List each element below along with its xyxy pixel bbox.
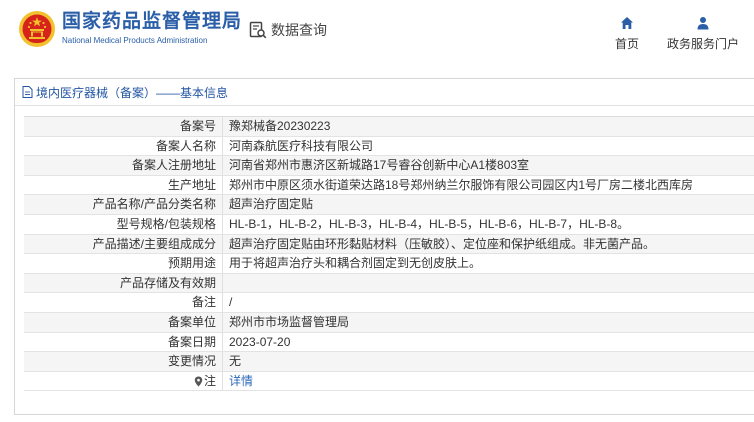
row-label-remarks: 备注 — [24, 293, 223, 312]
row-value-filing-unit: 郑州市市场监督管理局 — [229, 314, 350, 329]
site-header: 国家药品监督管理局 National Medical Products Admi… — [0, 0, 754, 68]
row-label-description: 产品描述/主要组成成分 — [24, 234, 223, 254]
note-label-wrap: 注 — [194, 372, 216, 391]
document-search-icon — [249, 21, 267, 39]
row-label-intended-use: 预期用途 — [24, 254, 223, 273]
panel-title-text: 境内医疗器械（备案）——基本信息 — [36, 85, 229, 100]
row-label-filing-date: 备案日期 — [24, 332, 223, 352]
table-row: 备注 / — [24, 293, 754, 313]
row-value-product-name: 超声治疗固定贴 — [229, 197, 314, 212]
location-pin-icon — [194, 376, 203, 387]
table-row: 备案日期 2023-07-20 — [24, 332, 754, 353]
user-icon — [697, 17, 709, 30]
brand[interactable]: 国家药品监督管理局 National Medical Products Admi… — [62, 12, 242, 45]
row-label-change-status: 变更情况 — [24, 352, 223, 371]
document-icon — [22, 86, 33, 98]
row-label-record-number: 备案号 — [24, 117, 223, 136]
table-row: 备案人注册地址 河南省郑州市惠济区新城路17号睿谷创新中心A1楼803室 — [24, 156, 754, 176]
table-row: 型号规格/包装规格 HL-B-1，HL-B-2，HL-B-3，HL-B-4，HL… — [24, 214, 754, 235]
row-label-model-spec: 型号规格/包装规格 — [24, 214, 223, 234]
nav-home[interactable]: 首页 — [612, 16, 642, 52]
row-label-product-name: 产品名称/产品分类名称 — [24, 195, 223, 214]
nav-gov-label: 政务服务门户 — [666, 37, 739, 51]
national-emblem-icon — [19, 11, 55, 47]
nav-home-label: 首页 — [614, 37, 639, 51]
row-value-remarks: / — [229, 295, 233, 310]
basic-info-table: 备案号 豫郑械备20230223 备案人名称 河南森航医疗科技有限公司 备案人注… — [24, 116, 754, 392]
home-icon — [621, 17, 633, 29]
table-row: 产品名称/产品分类名称 超声治疗固定贴 — [24, 195, 754, 215]
row-value-change-status: 无 — [229, 354, 242, 369]
table-row: 变更情况 无 — [24, 352, 754, 372]
row-label-registered-address: 备案人注册地址 — [24, 156, 223, 175]
panel-title: 境内医疗器械（备案）——基本信息 — [15, 79, 754, 106]
table-row: 预期用途 用于将超声治疗头和耦合剂固定到无创皮肤上。 — [24, 254, 754, 274]
table-row: 备案人名称 河南森航医疗科技有限公司 — [24, 136, 754, 157]
data-query-label: 数据查询 — [271, 22, 327, 38]
nav-gov-service-portal[interactable]: 政务服务门户 — [664, 16, 742, 52]
row-label-filer-name: 备案人名称 — [24, 136, 223, 156]
detail-panel: 境内医疗器械（备案）——基本信息 备案号 豫郑械备20230223 备案人名称 … — [14, 78, 754, 415]
table-row: 产品描述/主要组成成分 超声治疗固定贴由环形黏贴材料（压敏胶）、定位座和保护纸组… — [24, 234, 754, 255]
table-row: 备案号 豫郑械备20230223 — [24, 117, 754, 137]
row-value-production-address: 郑州市中原区须水街道荣达路18号郑州纳兰尔服饰有限公司园区内1号厂房二楼北西库房 — [229, 177, 694, 192]
details-link[interactable]: 详情 — [223, 372, 754, 391]
table-row: 生产地址 郑州市中原区须水街道荣达路18号郑州纳兰尔服饰有限公司园区内1号厂房二… — [24, 175, 754, 196]
row-value-registered-address: 河南省郑州市惠济区新城路17号睿谷创新中心A1楼803室 — [229, 158, 530, 173]
brand-english-name: National Medical Products Administration — [62, 36, 208, 45]
row-label-filing-unit: 备案单位 — [24, 312, 223, 332]
note-label-text: 注 — [203, 373, 216, 388]
row-label-note: 注 — [24, 371, 223, 391]
data-query-link[interactable]: 数据查询 — [249, 20, 327, 40]
row-value-storage-validity — [223, 274, 754, 293]
row-label-production-address: 生产地址 — [24, 175, 223, 195]
row-value-filer-name: 河南森航医疗科技有限公司 — [229, 138, 374, 153]
row-value-description: 超声治疗固定贴由环形黏贴材料（压敏胶）、定位座和保护纸组成。非无菌产品。 — [229, 236, 656, 251]
row-label-storage-validity: 产品存储及有效期 — [24, 273, 223, 293]
table-row: 注 详情 — [24, 371, 754, 392]
row-value-record-number: 豫郑械备20230223 — [229, 119, 331, 133]
row-value-model-spec: HL-B-1，HL-B-2，HL-B-3，HL-B-4，HL-B-5，HL-B-… — [229, 216, 630, 231]
row-value-filing-date: 2023-07-20 — [229, 334, 291, 349]
row-value-intended-use: 用于将超声治疗头和耦合剂固定到无创皮肤上。 — [229, 256, 482, 271]
table-row: 备案单位 郑州市市场监督管理局 — [24, 312, 754, 333]
brand-chinese-name: 国家药品监督管理局 — [62, 11, 243, 32]
table-row: 产品存储及有效期 — [24, 273, 754, 294]
